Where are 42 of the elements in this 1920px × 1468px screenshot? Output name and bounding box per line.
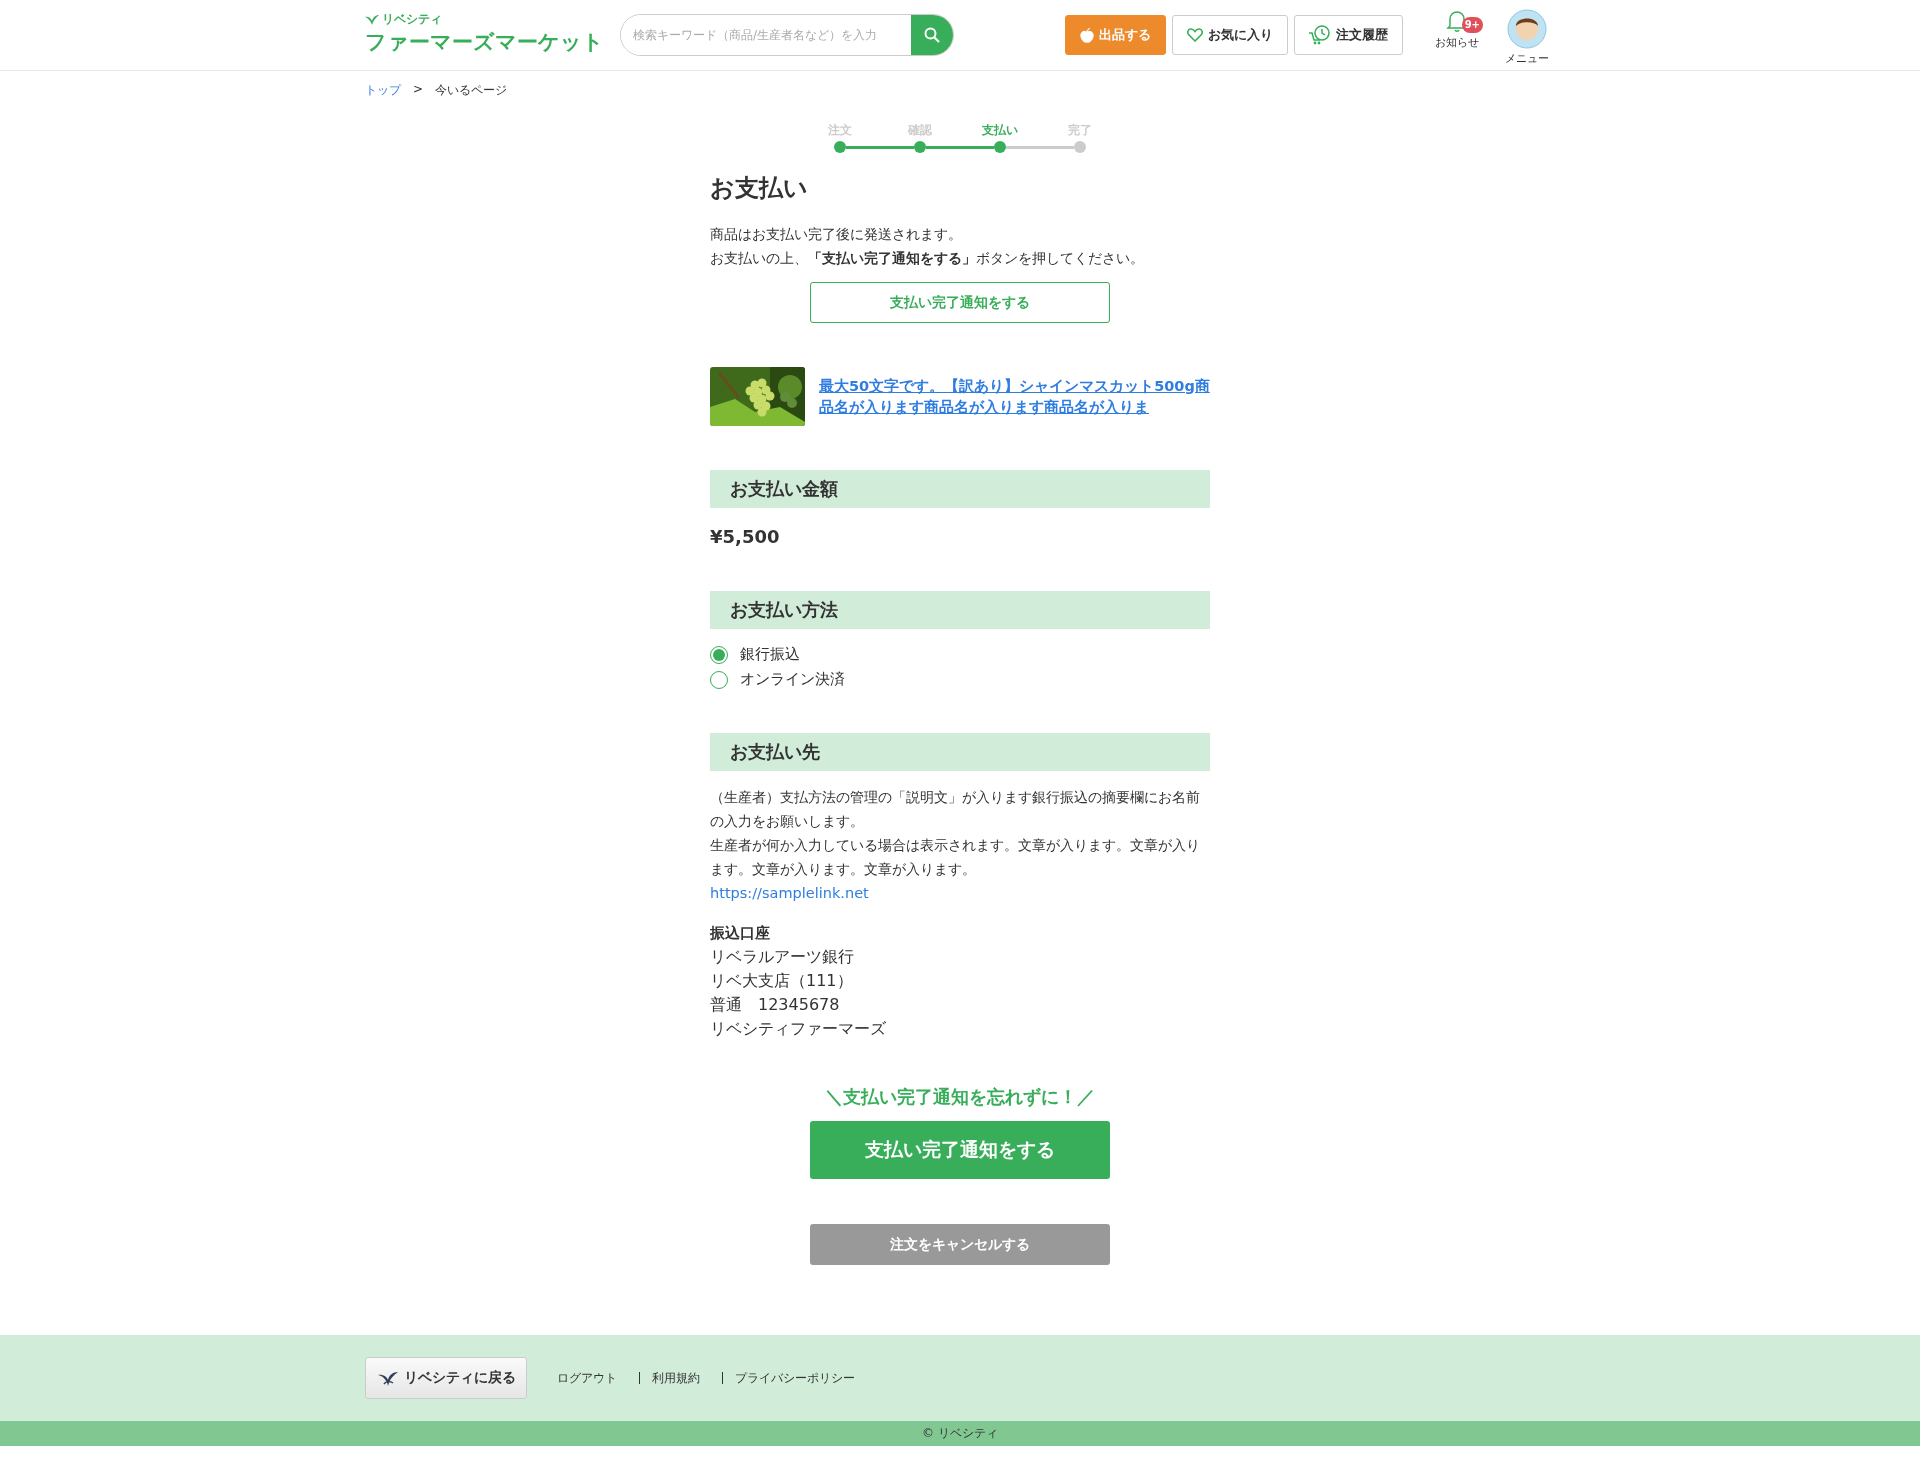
intro-text: お支払いの上、「支払い完了通知をする」ボタンを押してください。 (710, 249, 1145, 268)
section-heading: お支払い金額 (710, 470, 1210, 508)
breadcrumb-separator: > (413, 82, 424, 98)
leaf-icon (365, 13, 379, 25)
menu-button[interactable]: メニュー (1499, 4, 1555, 66)
search-icon (924, 27, 940, 43)
breadcrumb-link[interactable]: トップ (365, 82, 401, 102)
payment-option[interactable]: オンライン決済 (710, 670, 1210, 689)
payment-option[interactable]: 銀行振込 (710, 645, 1210, 664)
intro-text: 商品はお支払い完了後に発送されます。 (710, 225, 963, 244)
copyright: © リベシティ (922, 1425, 998, 1442)
search-button[interactable] (911, 15, 953, 55)
footer-link[interactable]: ログアウト (557, 1372, 629, 1384)
product-link[interactable]: 最大50文字です。【訳あり】シャインマスカット500g商品名が入ります商品名が入ります商品名が入りま (819, 375, 1210, 418)
favorites-button[interactable]: お気に入り (1172, 15, 1288, 55)
step-label: 支払い (982, 122, 1018, 139)
footer-link[interactable]: 利用規約 (639, 1372, 712, 1384)
account-detail: リベ大支店（111） (710, 970, 854, 992)
payee-link[interactable]: https://samplelink.net (710, 881, 869, 905)
cart-clock-icon (1309, 25, 1331, 45)
notification-badge: 9+ (1461, 16, 1483, 33)
logo-tagline: リベシティ (382, 12, 442, 26)
section-heading: お支払い先 (710, 733, 1210, 771)
account-detail: 普通 12345678 (710, 994, 841, 1016)
avatar-icon (1507, 8, 1547, 49)
payment-amount: ¥5,500 (710, 526, 781, 547)
notifications-button[interactable]: お知らせ 9+ (1429, 4, 1485, 50)
breadcrumb-current: 今いるページ (435, 82, 508, 99)
account-detail: リベシティファーマーズ (710, 1018, 887, 1040)
heart-icon (1187, 28, 1203, 42)
payee-description: （生産者）支払方法の管理の「説明文」が入ります銀行振込の摘要欄にお名前の入力をお願いします。 (710, 788, 1201, 831)
order-history-button[interactable]: 注文履歴 (1294, 15, 1403, 55)
footer-link[interactable]: プライバシーポリシー (722, 1372, 867, 1384)
apple-icon (1080, 27, 1094, 43)
account-heading: 振込口座 (710, 923, 771, 944)
back-button[interactable]: リベシティに戻る (365, 1357, 527, 1399)
page-title: お支払い (710, 173, 809, 204)
payee-description: 生産者が何か入力している場合は表示されます。文章が入ります。文章が入ります。文章が入ります。文章が入ります。 (710, 836, 1201, 879)
reminder-text: ＼支払い完了通知を忘れずに！／ (824, 1085, 1096, 1109)
search-field[interactable]: 検索キーワード（商品/生産者名など）を入力 (620, 14, 954, 56)
account-detail: リベラルアーツ銀行 (710, 946, 855, 968)
section-heading: お支払い方法 (710, 591, 1210, 629)
